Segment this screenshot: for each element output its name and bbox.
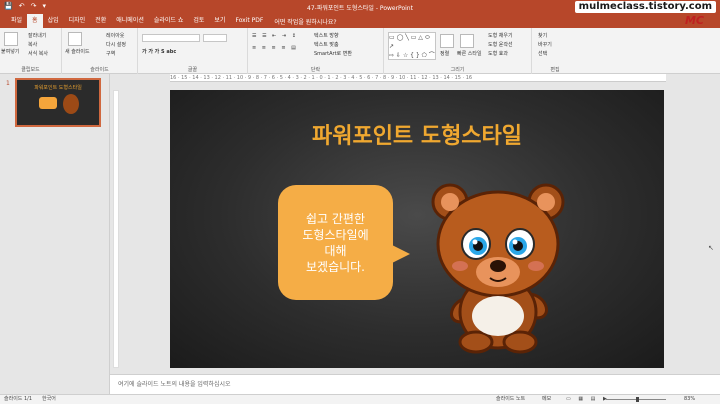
status-bar: 슬라이드 1/1 한국어 슬라이드 노트 메모 ▭ ▦ ▤ ▶ 83% xyxy=(0,394,720,404)
arrange-icon[interactable] xyxy=(440,34,454,48)
tab-view[interactable]: 보기 xyxy=(209,14,230,28)
notes-pane[interactable]: 여기에 슬라이드 노트의 내용을 입력하십시오 xyxy=(110,374,720,394)
tab-transitions[interactable]: 전환 xyxy=(90,14,111,28)
bubble-line: 도형스타일에 xyxy=(302,227,369,242)
format-painter-button[interactable]: 서식 복사 xyxy=(28,50,48,57)
tab-foxit[interactable]: Foxit PDF xyxy=(230,14,268,28)
comments-toggle-button[interactable]: 메모 xyxy=(542,395,551,404)
mouse-cursor-icon: ↖ xyxy=(708,244,714,252)
tab-file[interactable]: 파일 xyxy=(6,14,27,28)
slide-canvas[interactable]: 파워포인트 도형스타일 쉽고 간편한 도형스타일에 대해 보겠습니다. xyxy=(170,90,664,368)
title-bar: 💾 ↶ ↷ ▾ 47-파워포인트 도형스타일 - PowerPoint mulm… xyxy=(0,0,720,14)
watermark-logo: MC xyxy=(684,14,704,27)
smartart-button[interactable]: SmartArt로 변환 xyxy=(314,50,352,57)
paste-button[interactable]: 붙여넣기 xyxy=(1,48,19,55)
layout-button[interactable]: 레이아웃 xyxy=(106,32,124,39)
shape-fill-button[interactable]: 도형 채우기 xyxy=(488,32,513,39)
shape-effects-button[interactable]: 도형 효과 xyxy=(488,50,508,57)
quick-styles-button[interactable]: 빠른 스타일 xyxy=(457,50,482,57)
copy-button[interactable]: 복사 xyxy=(28,41,37,48)
select-button[interactable]: 선택 xyxy=(538,50,547,57)
group-label: 글꼴 xyxy=(187,67,198,73)
vertical-ruler xyxy=(113,90,119,368)
new-slide-button[interactable]: 새 슬라이드 xyxy=(65,48,90,55)
tab-animations[interactable]: 애니메이션 xyxy=(111,14,149,28)
slide-thumbnail[interactable]: 파워포인트 도형스타일 xyxy=(15,78,101,127)
thumbnail-bubble xyxy=(39,97,57,109)
cut-button[interactable]: 잘라내기 xyxy=(28,32,46,39)
ribbon: 붙여넣기 잘라내기 복사 서식 복사 클립보드 새 슬라이드 레이아웃 다시 설… xyxy=(0,28,720,74)
thumbnail-title: 파워포인트 도형스타일 xyxy=(34,85,82,91)
slide-title[interactable]: 파워포인트 도형스타일 xyxy=(170,118,664,150)
bear-image[interactable] xyxy=(428,182,568,354)
shape-outline-button[interactable]: 도형 윤곽선 xyxy=(488,41,513,48)
bubble-line: 보겠습니다. xyxy=(305,259,365,274)
tab-insert[interactable]: 삽입 xyxy=(43,14,64,28)
group-label: 편집 xyxy=(550,67,560,73)
group-label: 그리기 xyxy=(450,67,465,73)
replace-button[interactable]: 바꾸기 xyxy=(538,41,552,48)
group-clipboard: 붙여넣기 잘라내기 복사 서식 복사 클립보드 xyxy=(0,28,62,74)
group-editing: 찾기 바꾸기 선택 편집 xyxy=(532,28,578,74)
tab-review[interactable]: 검토 xyxy=(188,14,209,28)
group-label: 클립보드 xyxy=(21,67,40,73)
group-paragraph: ☰ ☰ ⇤ ⇥ ↕ ≡ ≡ ≡ ≡ ▤ 텍스트 방향 텍스트 맞춤 SmartA… xyxy=(248,28,384,74)
group-font: 가 가 가 S abc 글꼴 xyxy=(138,28,248,74)
group-label: 단락 xyxy=(310,67,321,73)
zoom-slider-handle[interactable] xyxy=(636,397,639,402)
group-label: 슬라이드 xyxy=(90,67,109,73)
list-buttons[interactable]: ☰ ☰ ⇤ ⇥ ↕ xyxy=(252,33,298,39)
horizontal-ruler: 16 · 15 · 14 · 13 · 12 · 11 · 10 · 9 · 8… xyxy=(170,74,666,82)
language-indicator[interactable]: 한국어 xyxy=(42,395,56,404)
tab-slideshow[interactable]: 슬라이드 쇼 xyxy=(149,14,189,28)
tab-home[interactable]: 홈 xyxy=(27,14,43,28)
slide-thumbnail-pane: 1 파워포인트 도형스타일 xyxy=(0,74,110,394)
thumbnail-number: 1 xyxy=(6,80,10,87)
align-buttons[interactable]: ≡ ≡ ≡ ≡ ▤ xyxy=(252,45,298,51)
paste-icon[interactable] xyxy=(4,32,18,46)
zoom-level[interactable]: 83% xyxy=(684,395,695,404)
bubble-line: 대해 xyxy=(324,243,347,258)
font-name-select[interactable] xyxy=(142,34,200,42)
tell-me-input[interactable]: 어떤 작업을 원하시나요? xyxy=(274,17,336,26)
shapes-gallery[interactable]: ▭ ◯ ╲ ▭ △ ⬭ ↗⇨ ⇩ ☆ { } ⬠ ⌒ ◇▱ ⬡ ✚ ☾ ♡ ⌂ xyxy=(388,32,436,60)
ribbon-tabs: 파일 홈 삽입 디자인 전환 애니메이션 슬라이드 쇼 검토 보기 Foxit … xyxy=(0,14,720,28)
group-drawing: ▭ ◯ ╲ ▭ △ ⬭ ↗⇨ ⇩ ☆ { } ⬠ ⌒ ◇▱ ⬡ ✚ ☾ ♡ ⌂ … xyxy=(384,28,532,74)
align-text-button[interactable]: 텍스트 맞춤 xyxy=(314,41,339,48)
watermark-site: mulmeclass.tistory.com xyxy=(574,1,716,13)
view-buttons[interactable]: ▭ ▦ ▤ ▶ xyxy=(566,395,610,404)
find-button[interactable]: 찾기 xyxy=(538,32,547,39)
new-slide-icon[interactable] xyxy=(68,32,82,46)
group-slides: 새 슬라이드 레이아웃 다시 설정 구역 슬라이드 xyxy=(62,28,138,74)
bubble-line: 쉽고 간편한 xyxy=(305,211,365,226)
notes-toggle-button[interactable]: 슬라이드 노트 xyxy=(496,395,525,404)
thumbnail-bear-image xyxy=(63,94,79,114)
quick-styles-icon[interactable] xyxy=(460,34,474,48)
arrange-button[interactable]: 정렬 xyxy=(440,50,449,57)
font-size-select[interactable] xyxy=(203,34,227,42)
text-direction-button[interactable]: 텍스트 방향 xyxy=(314,32,339,39)
tab-design[interactable]: 디자인 xyxy=(64,14,91,28)
notes-placeholder: 여기에 슬라이드 노트의 내용을 입력하십시오 xyxy=(118,381,231,388)
bold-button[interactable]: 가 가 가 S abc xyxy=(142,48,176,55)
section-button[interactable]: 구역 xyxy=(106,50,115,57)
slide-indicator: 슬라이드 1/1 xyxy=(4,396,33,402)
speech-bubble[interactable]: 쉽고 간편한 도형스타일에 대해 보겠습니다. xyxy=(278,185,393,300)
reset-button[interactable]: 다시 설정 xyxy=(106,41,126,48)
